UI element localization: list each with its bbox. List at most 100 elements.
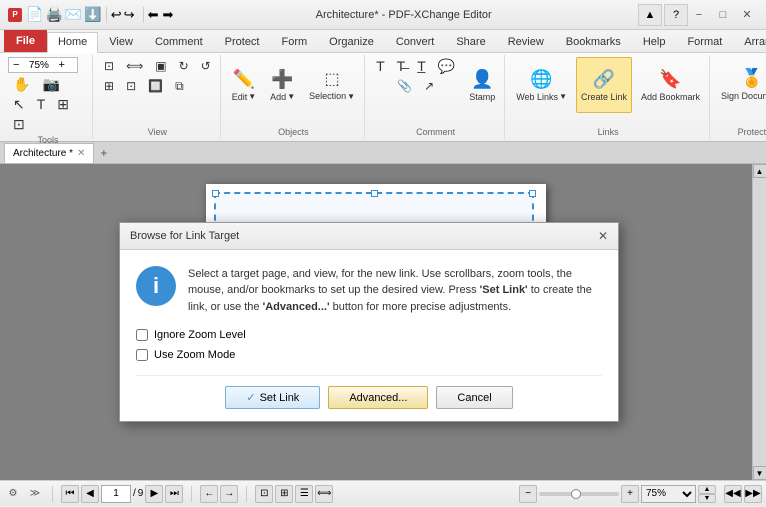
camera-tool[interactable]: 📷 <box>37 75 64 93</box>
set-link-check-icon: ✓ <box>246 391 255 404</box>
dialog-body: i Select a target page, and view, for th… <box>120 250 618 422</box>
web-links-button[interactable]: 🌐 Web Links ▼ <box>511 57 572 113</box>
underline[interactable]: T̲ <box>412 57 431 75</box>
zoom-slider[interactable] <box>539 492 619 496</box>
tab-view[interactable]: View <box>98 32 144 52</box>
text-highlight[interactable]: T <box>371 57 390 75</box>
fit-width[interactable]: ⟺ <box>121 57 148 75</box>
comment-bubble[interactable]: 💬 <box>433 57 460 75</box>
tab-help[interactable]: Help <box>632 32 677 52</box>
browse-link-dialog: Browse for Link Target ✕ i Select a targ… <box>119 222 619 423</box>
tab-home[interactable]: Home <box>47 32 98 53</box>
extra-fwd[interactable]: ▶▶ <box>744 485 762 503</box>
help-button[interactable]: ? <box>664 4 688 26</box>
tab-bookmarks[interactable]: Bookmarks <box>555 32 632 52</box>
edit-icon: ✏️ <box>233 69 255 90</box>
doc-tab-close[interactable]: ✕ <box>77 148 85 159</box>
stamp-icon: 👤 <box>471 69 493 90</box>
advanced-button[interactable]: Advanced... <box>328 386 428 409</box>
tab-organize[interactable]: Organize <box>318 32 385 52</box>
tab-protect[interactable]: Protect <box>214 32 271 52</box>
fit-btn[interactable]: ⟺ <box>315 485 333 503</box>
edit-label: Edit ▼ <box>232 92 256 102</box>
tab-comment[interactable]: Comment <box>144 32 214 52</box>
view-label: View <box>148 127 167 137</box>
arrow-tool[interactable]: ↗ <box>419 77 439 95</box>
tab-review[interactable]: Review <box>497 32 555 52</box>
tab-format[interactable]: Format <box>676 32 733 52</box>
cancel-button[interactable]: Cancel <box>436 386 512 409</box>
next-page-button[interactable]: ▶ <box>145 485 163 503</box>
fit-page[interactable]: ⊡ <box>99 57 119 75</box>
first-page-button[interactable]: ⏮ <box>61 485 79 503</box>
hand-tool[interactable]: ✋ <box>8 75 35 93</box>
col3[interactable]: 🔲 <box>143 77 168 95</box>
two-page-btn[interactable]: ⊞ <box>275 485 293 503</box>
use-zoom-checkbox[interactable] <box>136 349 148 361</box>
attach[interactable]: 📎 <box>392 77 417 95</box>
strikethrough[interactable]: T̶ <box>392 57 411 75</box>
view-mode[interactable]: ▣ <box>150 57 171 75</box>
ribbon-group-links: 🌐 Web Links ▼ 🔗 Create Link 🔖 Add Bookma… <box>507 55 710 139</box>
zoom-out-button[interactable]: − <box>519 485 537 503</box>
add-button[interactable]: ➕ Add ▼ <box>265 57 300 113</box>
col1[interactable]: ⊞ <box>99 77 119 95</box>
ignore-zoom-checkbox[interactable] <box>136 329 148 341</box>
tool3[interactable]: ⊞ <box>52 95 74 113</box>
select-tool[interactable]: ↖ <box>8 95 30 113</box>
close-button[interactable]: ✕ <box>736 5 758 25</box>
tab-convert[interactable]: Convert <box>385 32 446 52</box>
set-link-button[interactable]: ✓ Set Link <box>225 386 320 409</box>
prev-page-button[interactable]: ◀ <box>81 485 99 503</box>
tab-arrange[interactable]: Arrange <box>733 32 766 52</box>
scroll-up-button[interactable]: ▲ <box>753 164 766 178</box>
nav-fwd[interactable]: ➡ <box>162 7 173 23</box>
web-links-label: Web Links ▼ <box>516 92 567 102</box>
sign-document-button[interactable]: 🏅 Sign Document <box>716 57 766 113</box>
doc-tab-architecture[interactable]: Architecture * ✕ <box>4 143 94 163</box>
dialog-close-button[interactable]: ✕ <box>598 229 608 243</box>
expand-button[interactable]: ≫ <box>26 485 44 503</box>
create-link-button[interactable]: 🔗 Create Link <box>576 57 632 113</box>
zoom-in-button[interactable]: + <box>621 485 639 503</box>
scroll-track[interactable] <box>753 178 766 466</box>
scroll-down-button[interactable]: ▼ <box>753 466 766 480</box>
settings-button[interactable]: ⚙ <box>4 485 22 503</box>
file-menu[interactable]: File <box>4 30 47 52</box>
sign-icon: 🏅 <box>741 68 763 89</box>
col2[interactable]: ⊡ <box>121 77 141 95</box>
extra-back[interactable]: ◀◀ <box>724 485 742 503</box>
zoom-input[interactable]: 75% <box>21 60 56 71</box>
info-icon: i <box>136 266 176 306</box>
zoom-slider-thumb[interactable] <box>571 489 581 499</box>
typewriter-tool[interactable]: T <box>32 95 51 113</box>
zoom-up-arrow[interactable]: ▲ <box>698 485 716 494</box>
rotate-ccw[interactable]: ↺ <box>196 57 216 75</box>
zoom-control[interactable]: − 75% + <box>8 57 78 73</box>
comment-label: Comment <box>416 127 455 137</box>
tool4[interactable]: ⊡ <box>8 115 30 133</box>
tab-share[interactable]: Share <box>445 32 496 52</box>
nav-back[interactable]: ⬅ <box>148 7 159 23</box>
minimize-button[interactable]: − <box>688 5 710 25</box>
dialog-title-text: Browse for Link Target <box>130 230 239 242</box>
col4[interactable]: ⧉ <box>170 77 189 95</box>
scroll-mode-btn[interactable]: ☰ <box>295 485 313 503</box>
zoom-select[interactable]: 75% 100% 125% 150% <box>641 485 696 503</box>
maximize-button[interactable]: □ <box>712 5 734 25</box>
tab-form[interactable]: Form <box>271 32 319 52</box>
page-number-input[interactable]: 1 <box>101 485 131 503</box>
selection-button[interactable]: ⬚ Selection ▼ <box>304 57 360 113</box>
single-page-btn[interactable]: ⊡ <box>255 485 273 503</box>
back-button[interactable]: ← <box>200 485 218 503</box>
fwd-button[interactable]: → <box>220 485 238 503</box>
add-bookmark-button[interactable]: 🔖 Add Bookmark <box>636 57 705 113</box>
last-page-button[interactable]: ⏭ <box>165 485 183 503</box>
edit-button[interactable]: ✏️ Edit ▼ <box>227 57 261 113</box>
zoom-down-arrow[interactable]: ▼ <box>698 494 716 503</box>
new-tab-button[interactable]: + <box>94 144 113 162</box>
undo-redo: ↩ ↪ <box>106 7 135 23</box>
ribbon-collapse[interactable]: ▲ <box>638 4 662 26</box>
stamp-button[interactable]: 👤 Stamp <box>464 57 500 113</box>
rotate-cw[interactable]: ↻ <box>174 57 194 75</box>
